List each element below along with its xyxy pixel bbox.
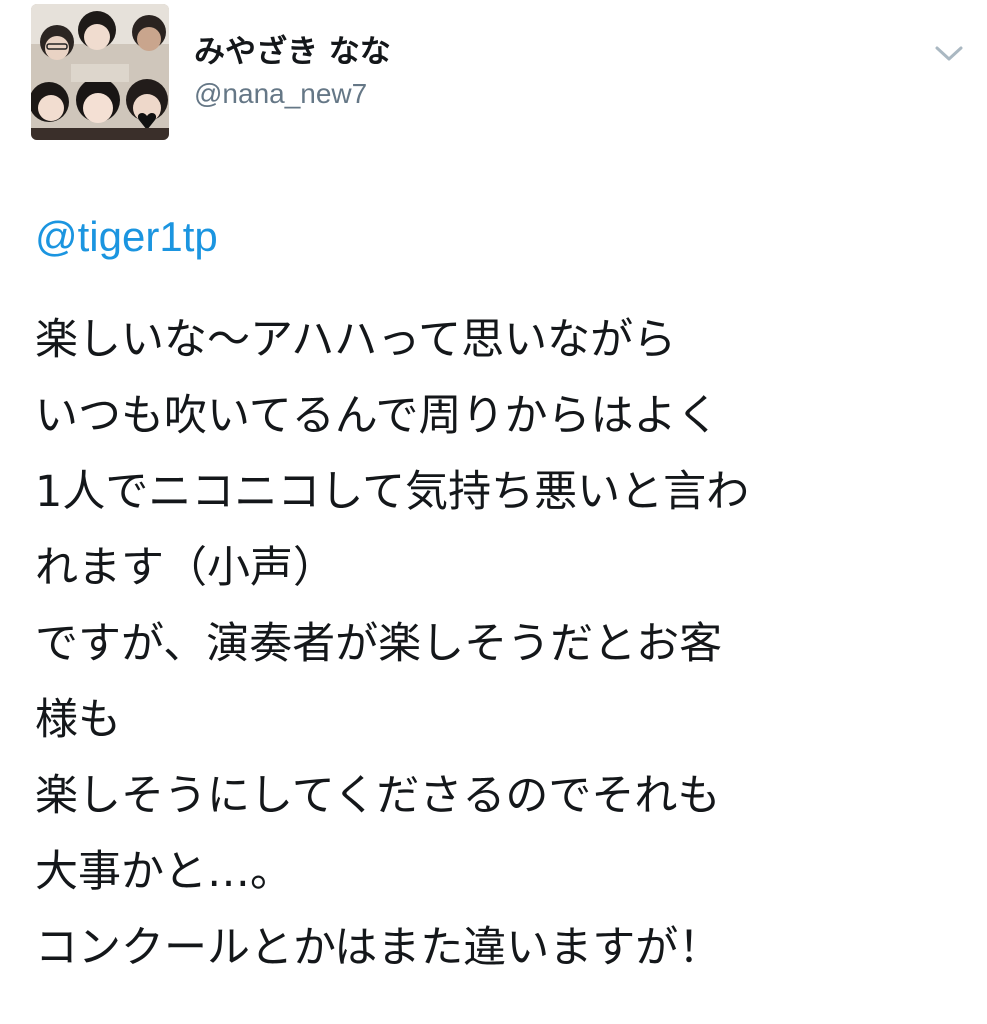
tweet-menu-button[interactable] — [927, 32, 971, 76]
tweet-text-line: コンクールとかはまた違いますが！ — [35, 923, 722, 973]
author-username[interactable]: @nana_new7 — [194, 78, 367, 110]
tweet-text-line: 楽しいな〜アハハって思いながら — [35, 315, 677, 365]
tweet-text-line: いつも吹いてるんで周りからはよく — [35, 391, 720, 441]
avatar[interactable] — [31, 4, 169, 140]
tweet-header: みやざき なな @nana_new7 — [31, 4, 971, 140]
author-display-name[interactable]: みやざき なな — [194, 26, 391, 71]
mention-link[interactable]: @tiger1tp — [35, 213, 218, 261]
tweet-text-line: れます（小声） — [35, 543, 336, 593]
tweet-text-line: ですが、演奏者が楽しそうだとお客 — [35, 619, 723, 669]
tweet-text-line: 大事かと…。 — [35, 847, 293, 897]
chevron-down-icon — [935, 46, 963, 61]
group-photo-avatar — [31, 4, 169, 140]
tweet-text: 楽しいな〜アハハって思いながら いつも吹いてるんで周りからはよく 1人でニコニコ… — [35, 302, 965, 986]
tweet-text-line: 様も — [35, 695, 121, 745]
tweet-text-line: 楽しそうにしてくださるのでそれも — [35, 771, 721, 821]
tweet-text-line: 1人でニコニコして気持ち悪いと言わ — [35, 467, 750, 517]
tweet: みやざき なな @nana_new7 @tiger1tp 楽しいな〜アハハって思… — [0, 0, 987, 1024]
